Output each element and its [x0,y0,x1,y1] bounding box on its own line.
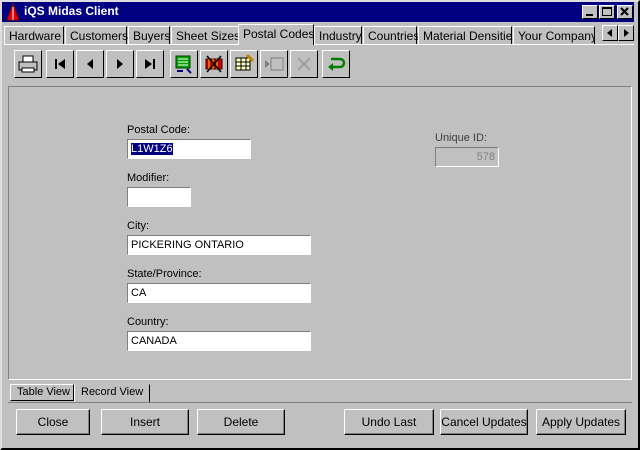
city-input[interactable]: PICKERING ONTARIO [127,235,311,255]
last-record-icon [145,59,155,69]
maximize-button[interactable] [599,5,615,19]
tab-strip: Hardware Customers Buyers Sheet Sizes Po… [4,24,634,45]
insert-record-icon [265,57,284,71]
modifier-input[interactable] [127,187,191,207]
postal-code-label: Postal Code: [127,124,190,136]
tab-scroll-right-button[interactable] [618,25,634,41]
prior-record-button[interactable] [76,50,104,78]
insert-button[interactable]: Insert [101,409,189,435]
state-province-label: State/Province: [127,268,202,280]
arrow-left-icon [607,29,612,37]
modifier-label: Modifier: [127,172,170,184]
first-record-icon [55,59,65,69]
refresh-icon [328,57,346,71]
postal-code-input[interactable]: L1W1Z6 [127,139,251,159]
post-button[interactable] [170,50,198,78]
state-province-input[interactable]: CA [127,283,311,303]
tab-your-company[interactable]: Your Company [513,26,595,45]
undo-last-button[interactable]: Undo Last [344,409,434,435]
minimize-icon [586,14,593,16]
unique-id-label: Unique ID: [435,132,487,144]
printer-icon [18,55,38,73]
record-view-panel [8,86,632,380]
last-record-button[interactable] [136,50,164,78]
edit-icon [235,53,255,71]
tab-hardware[interactable]: Hardware [4,26,64,45]
refresh-button[interactable] [322,50,350,78]
city-label: City: [127,220,149,232]
tab-sheet-sizes[interactable]: Sheet Sizes [171,26,240,45]
close-window-button[interactable] [617,5,633,19]
tab-record-view[interactable]: Record View [74,384,150,403]
post-icon [175,55,192,74]
arrow-right-icon [624,29,629,37]
tab-scroll-left-button[interactable] [602,25,618,41]
postal-code-value: L1W1Z6 [131,143,173,155]
next-record-icon [117,59,123,69]
prior-record-icon [87,59,93,69]
tab-buyers[interactable]: Buyers [128,26,170,45]
window-title: iQS Midas Client [24,4,119,18]
navigator-toolbar [8,48,630,84]
cancel-updates-button[interactable]: Cancel Updates [440,409,528,435]
close-icon [620,7,629,16]
delete-record-button[interactable] [200,50,228,78]
cancel-edit-button[interactable] [290,50,318,78]
title-bar[interactable]: iQS Midas Client [2,2,634,22]
button-row-divider [8,402,632,403]
country-label: Country: [127,316,169,328]
minimize-button[interactable] [582,5,598,19]
apply-updates-button[interactable]: Apply Updates [536,409,626,435]
delete-button[interactable]: Delete [197,409,285,435]
cancel-icon [297,57,311,71]
country-input[interactable]: CANADA [127,331,311,351]
next-record-button[interactable] [106,50,134,78]
tab-postal-codes[interactable]: Postal Codes [238,24,314,45]
unique-id-field: 578 [435,147,499,167]
delete-record-icon [205,55,223,73]
insert-record-button[interactable] [260,50,288,78]
tab-panel-border [4,44,634,45]
edit-record-button[interactable] [230,50,258,78]
tab-countries[interactable]: Countries [363,26,419,45]
maximize-icon [602,7,612,16]
first-record-button[interactable] [46,50,74,78]
tab-industry[interactable]: Industry [314,26,362,45]
print-button[interactable] [14,50,42,78]
tab-material-densities[interactable]: Material Densities [418,26,518,45]
tab-customers[interactable]: Customers [65,26,128,45]
tab-table-view[interactable]: Table View [10,384,74,401]
close-button[interactable]: Close [16,409,90,435]
app-logo-icon [6,3,20,21]
